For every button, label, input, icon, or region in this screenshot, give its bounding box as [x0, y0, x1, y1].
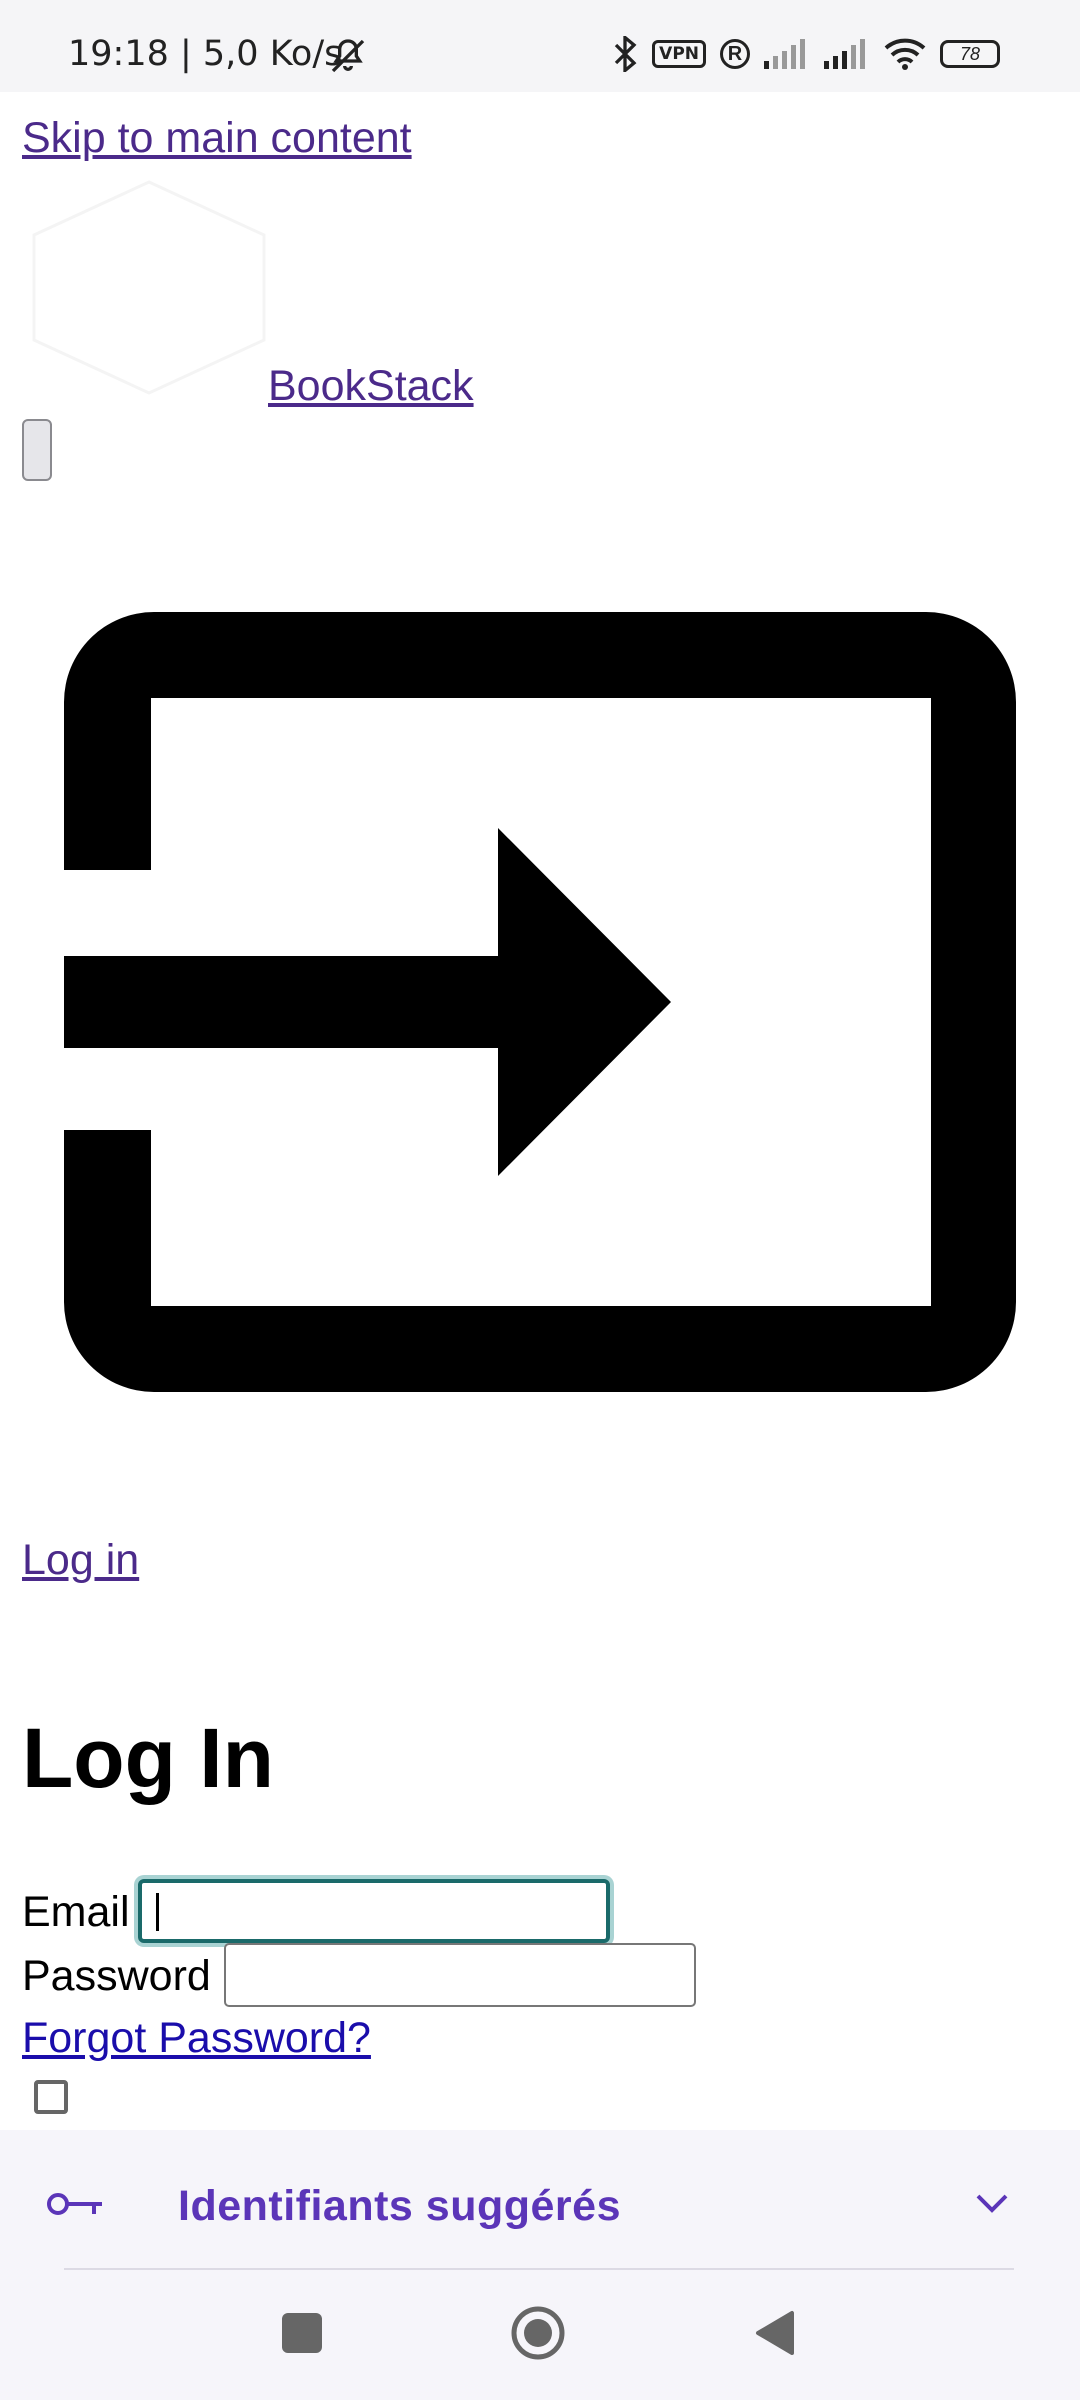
- bluetooth-icon: [614, 36, 637, 72]
- login-link[interactable]: Log in: [22, 1536, 139, 1585]
- logo-image: [24, 180, 274, 395]
- signal-icon: [764, 39, 805, 69]
- email-label: Email: [22, 1888, 130, 1936]
- signal-icon: [824, 39, 865, 69]
- recents-button[interactable]: [282, 2313, 322, 2353]
- bell-off-icon: [331, 39, 365, 73]
- forgot-password-link[interactable]: Forgot Password?: [22, 2014, 371, 2063]
- login-icon: [64, 612, 1016, 1392]
- status-icons: VPN R 78: [612, 36, 1000, 72]
- status-time: 19:18 | 5,0 Ko/s: [68, 34, 343, 74]
- page-title: Log In: [22, 1711, 274, 1805]
- text-caret: [156, 1893, 159, 1931]
- brand-link[interactable]: BookStack: [268, 362, 474, 411]
- wifi-icon: [884, 38, 926, 70]
- vpn-icon: VPN: [652, 40, 706, 68]
- divider: [64, 2268, 1014, 2270]
- home-button[interactable]: [510, 2305, 566, 2361]
- status-bar: 19:18 | 5,0 Ko/s VPN R 78: [0, 0, 1080, 92]
- suggested-credentials-button[interactable]: Identifiants suggérés: [178, 2182, 621, 2231]
- battery-icon: 78: [940, 40, 1000, 68]
- skip-to-content-link[interactable]: Skip to main content: [22, 114, 412, 163]
- registered-icon: R: [720, 39, 750, 69]
- back-button[interactable]: [752, 2309, 798, 2357]
- chevron-down-icon[interactable]: [972, 2188, 1012, 2218]
- password-field[interactable]: [224, 1943, 696, 2007]
- key-icon: [47, 2193, 102, 2215]
- email-field[interactable]: [138, 1879, 610, 1943]
- remember-checkbox[interactable]: [34, 2080, 68, 2114]
- password-label: Password: [22, 1952, 211, 2000]
- menu-toggle-button[interactable]: [22, 419, 52, 481]
